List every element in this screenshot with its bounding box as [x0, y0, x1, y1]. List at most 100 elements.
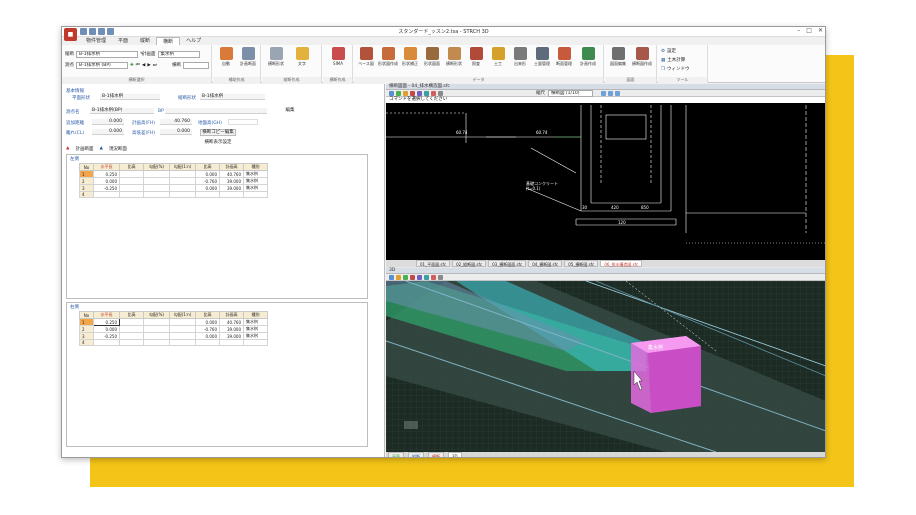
cell[interactable]	[143, 339, 170, 346]
auto-button[interactable]: 自動	[216, 47, 236, 67]
right-side-table[interactable]: No 水平長 比高 勾配(%) 勾配(1:n) 比高 計画高 種別 1 0.250…	[79, 311, 268, 346]
cad-canvas[interactable]: 60.74 60.74 30 420 850 120 基礎コンクリート (t=0…	[386, 103, 825, 260]
table-row[interactable]: 2 0.000 -0.760 39.000 集水桝	[79, 177, 268, 185]
view-tab-3d[interactable]: 3D	[448, 452, 462, 457]
zoom-tool-icon[interactable]	[396, 91, 401, 96]
chain-value[interactable]: 0.000	[92, 119, 124, 125]
table-row[interactable]: 2 0.000 -0.760 39.000 集水桝	[79, 325, 268, 333]
cl-value[interactable]: 0.000	[92, 129, 124, 135]
edit-button[interactable]: 編集	[282, 108, 298, 115]
cell[interactable]: 集水桝	[243, 170, 268, 178]
cell[interactable]: 集水桝	[243, 184, 268, 192]
pan-tool-icon[interactable]	[403, 91, 408, 96]
tab-plan-section[interactable]: 計画断面	[75, 146, 93, 152]
cell[interactable]	[169, 318, 196, 326]
cell[interactable]	[119, 332, 144, 340]
tab-cross-section[interactable]: 横断	[156, 37, 181, 45]
doc-tab-cross-5[interactable]: 05_横断図.sfc	[564, 260, 599, 267]
cell[interactable]	[143, 318, 170, 326]
add-icon[interactable]: ✚	[130, 63, 134, 68]
cross-shape2-button[interactable]: 横断形状	[444, 47, 464, 67]
orbit-icon[interactable]	[389, 275, 394, 280]
table-row[interactable]: 4	[79, 191, 268, 198]
ground-value[interactable]	[228, 119, 258, 125]
cell[interactable]: 0.250	[93, 318, 120, 326]
top-view-icon[interactable]	[417, 275, 422, 280]
base-map-button[interactable]: ベース図	[356, 47, 376, 67]
table-row[interactable]: 1 0.250 0.000 40.760 集水桝	[79, 170, 268, 178]
tab-current-section[interactable]: 現況断面	[109, 146, 127, 152]
plan-surface-select[interactable]: 集水桝	[157, 50, 200, 58]
cell[interactable]: 0.000	[93, 177, 120, 185]
doc-tab-cross-plan[interactable]: 03_横断図面.sfc	[488, 260, 527, 267]
shape-create-button[interactable]: 形状図作成	[378, 47, 398, 67]
cell[interactable]	[169, 170, 196, 178]
tab-longitudinal[interactable]: 縦断	[134, 37, 156, 45]
plan-section-button[interactable]: 計画断面	[238, 47, 258, 67]
view-tab-longi[interactable]: 縦断	[408, 452, 424, 457]
snap-tool-icon[interactable]	[438, 91, 443, 96]
view3d-canvas[interactable]: 集水桝	[386, 281, 825, 452]
cell[interactable]	[93, 191, 120, 198]
cross-select[interactable]	[183, 61, 209, 69]
cell[interactable]	[143, 191, 170, 198]
cell[interactable]	[169, 191, 196, 198]
table-row[interactable]: 1 0.250 0.000 40.760 集水桝	[79, 318, 268, 326]
cell[interactable]	[119, 325, 144, 333]
cell[interactable]: 0.250	[93, 170, 120, 178]
tab-project[interactable]: 物件管理	[80, 37, 112, 45]
cell[interactable]	[169, 332, 196, 340]
station-note[interactable]	[165, 108, 267, 114]
cell[interactable]	[143, 177, 170, 185]
cell[interactable]	[243, 191, 268, 198]
cell[interactable]	[119, 191, 144, 198]
cell[interactable]	[119, 177, 144, 185]
cell[interactable]	[93, 339, 120, 346]
export-tool-icon[interactable]	[615, 91, 620, 96]
shape-drawing-button[interactable]: 形状図面	[422, 47, 442, 67]
view-tool-icon[interactable]	[601, 91, 606, 96]
section-mgmt-button[interactable]: 断面管理	[554, 47, 574, 67]
display-settings-button[interactable]: 横断表示設定	[200, 140, 236, 147]
sima-button[interactable]: SIMA	[328, 47, 348, 66]
calc-item[interactable]: 土木計算	[667, 57, 685, 63]
prev-icon[interactable]: ◀	[142, 63, 145, 68]
shape-fix-button[interactable]: 形状補正	[400, 47, 420, 67]
cell[interactable]: 集水桝	[243, 332, 268, 340]
cross-shape-button[interactable]: 横断形状	[266, 47, 286, 67]
doc-tab-drainage[interactable]: 06_排水構造図.sfc	[600, 260, 643, 267]
doc-tab-longi[interactable]: 02_縦断図.sfc	[452, 260, 487, 267]
cell[interactable]	[169, 177, 196, 185]
select-tool-icon[interactable]	[389, 91, 394, 96]
cell[interactable]: 0.000	[93, 325, 120, 333]
table-row[interactable]: 4	[79, 339, 268, 346]
settings-item[interactable]: 設定	[667, 48, 676, 54]
table-row[interactable]: 3 -0.250 0.000 39.000 集水桝	[79, 184, 268, 192]
pan3d-icon[interactable]	[403, 275, 408, 280]
longitudinal-select[interactable]: B-1排水桝	[76, 50, 138, 58]
copy-edit-button[interactable]: 横断コピー編集	[200, 129, 236, 136]
text-button[interactable]: 文字	[292, 47, 312, 67]
print-tool-icon[interactable]	[608, 91, 613, 96]
cell[interactable]	[169, 184, 196, 192]
tab-plane[interactable]: 平面	[112, 37, 134, 45]
cell[interactable]: -0.250	[93, 184, 120, 192]
view-tab-plan[interactable]: 平面	[388, 452, 404, 457]
plan-height-value[interactable]: 40.760	[160, 119, 192, 125]
check-button[interactable]: 照査	[466, 47, 486, 67]
left-side-table[interactable]: No 水平長 比高 勾配(%) 勾配(1:n) 比高 計画高 種別 1 0.250…	[79, 163, 268, 198]
cell[interactable]	[119, 170, 144, 178]
zoom3d-icon[interactable]	[396, 275, 401, 280]
dim-tool-icon[interactable]	[431, 91, 436, 96]
window-item[interactable]: ウィンドウ	[667, 66, 690, 72]
cell[interactable]	[169, 325, 196, 333]
render-icon[interactable]	[431, 275, 436, 280]
cell[interactable]: -0.250	[93, 332, 120, 340]
measure-tool-icon[interactable]	[417, 91, 422, 96]
last-icon[interactable]: ⏭	[153, 62, 157, 68]
table-row[interactable]: 3 -0.250 0.000 39.000 集水桝	[79, 332, 268, 340]
plan-create-button[interactable]: 計画作成	[578, 47, 598, 67]
drawing-edit-button[interactable]: 図面編集	[608, 47, 628, 67]
cell[interactable]	[143, 184, 170, 192]
cell[interactable]: 集水桝	[243, 325, 268, 333]
